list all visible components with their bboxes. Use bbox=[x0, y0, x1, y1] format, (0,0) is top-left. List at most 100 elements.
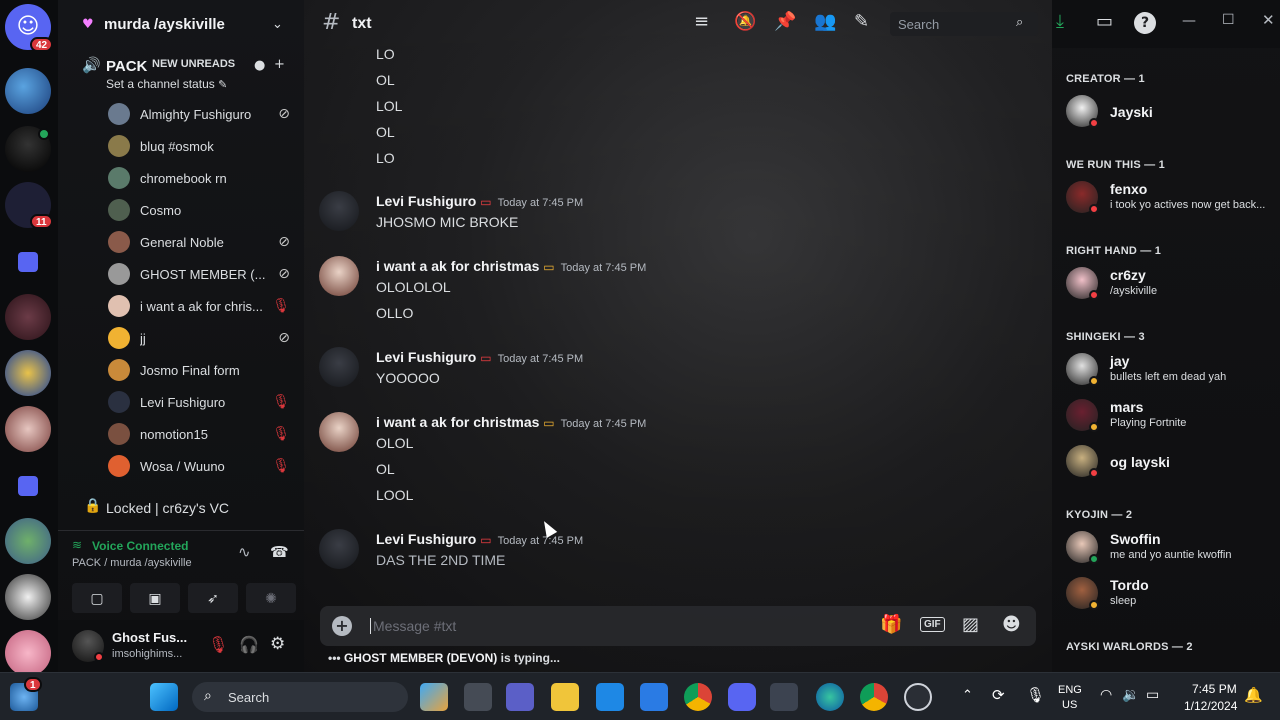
member-item[interactable]: Tordo sleep bbox=[1066, 573, 1276, 613]
avatar[interactable] bbox=[319, 256, 359, 296]
chrome-icon[interactable] bbox=[860, 683, 888, 711]
server-header[interactable]: ♥ murda /ayskiville ⌄ bbox=[58, 0, 304, 48]
threads-icon[interactable]: ≡ bbox=[694, 13, 709, 31]
sync-icon[interactable]: ⟳ bbox=[992, 688, 1005, 703]
emoji-icon[interactable]: ☻ bbox=[1002, 616, 1021, 634]
noise-suppression-icon[interactable]: ∿ bbox=[238, 545, 251, 560]
server-icon[interactable] bbox=[5, 68, 51, 114]
lang-2[interactable]: US bbox=[1062, 699, 1077, 711]
message-input[interactable]: Message #txt bbox=[370, 618, 456, 634]
member-item[interactable]: og layski bbox=[1066, 441, 1276, 481]
chevron-down-icon[interactable]: ⌄ bbox=[272, 18, 283, 31]
voice-user[interactable]: Cosmo bbox=[108, 196, 304, 224]
pin-icon[interactable]: 📌 bbox=[774, 13, 796, 31]
member-item[interactable]: Swoffin me and yo auntie kwoffin bbox=[1066, 527, 1276, 567]
volume-icon[interactable]: 🔉 bbox=[1122, 688, 1139, 702]
message-author[interactable]: i want a ak for christmas bbox=[376, 414, 539, 430]
edit-icon[interactable]: ✎ bbox=[854, 13, 869, 31]
voice-user[interactable]: Levi Fushiguro 🎙 bbox=[108, 388, 304, 416]
wifi-icon[interactable]: ◠ bbox=[1100, 688, 1112, 702]
soundboard-button[interactable]: ✺ bbox=[246, 583, 296, 613]
message-author[interactable]: Levi Fushiguro bbox=[376, 193, 476, 209]
voice-channel-row[interactable]: 🔊 PACK NEW UNREADS ● + bbox=[58, 52, 304, 80]
voice-user[interactable]: nomotion15 🎙 bbox=[108, 420, 304, 448]
voice-user[interactable]: General Noble ⊘ bbox=[108, 228, 304, 256]
folder-icon[interactable] bbox=[18, 252, 38, 272]
chat-bubble-icon[interactable]: ● bbox=[254, 59, 265, 72]
copilot-icon[interactable] bbox=[420, 683, 448, 711]
minimize-icon[interactable]: — bbox=[1182, 14, 1196, 28]
avatar[interactable] bbox=[319, 412, 359, 452]
disconnect-icon[interactable]: ☎ bbox=[270, 545, 289, 560]
server-icon[interactable] bbox=[5, 406, 51, 452]
member-list-icon[interactable]: 👥 bbox=[814, 13, 836, 31]
battery-icon[interactable]: ▭ bbox=[1146, 688, 1159, 702]
task-view-icon[interactable] bbox=[464, 683, 492, 711]
voice-user[interactable]: bluq #osmok bbox=[108, 132, 304, 160]
voice-user[interactable]: Almighty Fushiguro ⊘ bbox=[108, 100, 304, 128]
file-explorer-icon[interactable] bbox=[551, 683, 579, 711]
user-name[interactable]: Ghost Fus... bbox=[112, 630, 187, 645]
close-icon[interactable]: ✕ bbox=[1262, 13, 1275, 28]
inbox-icon[interactable]: ▭ bbox=[1096, 13, 1113, 31]
sticker-icon[interactable]: ▨ bbox=[962, 616, 979, 634]
help-icon[interactable]: ? bbox=[1134, 12, 1156, 34]
voice-user[interactable]: GHOST MEMBER (... ⊘ bbox=[108, 260, 304, 288]
gear-icon[interactable]: ⚙ bbox=[270, 636, 285, 653]
mic-muted-icon[interactable]: 🎙 bbox=[208, 637, 228, 653]
mail-icon[interactable] bbox=[596, 683, 624, 711]
attach-plus-icon[interactable]: + bbox=[332, 616, 352, 636]
clock-time[interactable]: 7:45 PM bbox=[1192, 682, 1237, 696]
message-author[interactable]: i want a ak for christmas bbox=[376, 258, 539, 274]
member-item[interactable]: mars Playing Fortnite bbox=[1066, 395, 1276, 435]
maximize-icon[interactable]: ☐ bbox=[1222, 13, 1235, 27]
voice-connected-label[interactable]: Voice Connected bbox=[92, 539, 188, 553]
voice-user[interactable]: Josmo Final form bbox=[108, 356, 304, 384]
voice-user[interactable]: chromebook rn bbox=[108, 164, 304, 192]
chrome-icon[interactable] bbox=[684, 683, 712, 711]
clock-date[interactable]: 1/12/2024 bbox=[1184, 699, 1237, 713]
locked-channel-row[interactable]: 🔒 Locked | cr6zy's VC bbox=[58, 496, 304, 520]
lang-1[interactable]: ENG bbox=[1058, 684, 1082, 696]
search-input[interactable]: Search ⌕ bbox=[890, 12, 1038, 36]
message-composer[interactable]: + Message #txt 🎁 GIF ▨ ☻ bbox=[320, 606, 1036, 646]
app-icon[interactable] bbox=[770, 683, 798, 711]
microphone-icon[interactable]: 🎙 bbox=[1026, 688, 1045, 703]
avatar[interactable] bbox=[319, 191, 359, 231]
add-user-icon[interactable]: + bbox=[274, 58, 285, 71]
edge-icon[interactable] bbox=[816, 683, 844, 711]
member-item[interactable]: jay bullets left em dead yah bbox=[1066, 349, 1276, 389]
new-unreads-label[interactable]: NEW UNREADS bbox=[152, 58, 235, 70]
gift-icon[interactable]: 🎁 bbox=[880, 616, 902, 634]
voice-user[interactable]: Wosa / Wuuno 🎙 bbox=[108, 452, 304, 480]
headphones-icon[interactable]: 🎧 bbox=[239, 637, 259, 653]
avatar[interactable] bbox=[319, 347, 359, 387]
avatar[interactable] bbox=[319, 529, 359, 569]
notification-muted-icon[interactable]: 🔕 bbox=[734, 13, 756, 31]
server-icon[interactable] bbox=[5, 630, 51, 672]
start-button[interactable] bbox=[150, 683, 178, 711]
gif-button[interactable]: GIF bbox=[920, 617, 945, 632]
discord-taskbar-icon[interactable] bbox=[728, 683, 756, 711]
member-item[interactable]: fenxo i took yo actives now get back... bbox=[1066, 177, 1276, 217]
server-icon[interactable] bbox=[5, 350, 51, 396]
download-icon[interactable]: ⤓ bbox=[1056, 13, 1064, 31]
activity-button[interactable]: ➶ bbox=[188, 583, 238, 613]
member-item[interactable]: cr6zy/ayskiville bbox=[1066, 263, 1276, 303]
server-icon[interactable] bbox=[5, 574, 51, 620]
camera-button[interactable]: ▢ bbox=[72, 583, 122, 613]
server-icon[interactable] bbox=[5, 294, 51, 340]
message-author[interactable]: Levi Fushiguro bbox=[376, 531, 476, 547]
server-icon[interactable] bbox=[5, 518, 51, 564]
chevron-up-icon[interactable]: ⌃ bbox=[962, 689, 973, 702]
obs-icon[interactable] bbox=[904, 683, 932, 711]
notification-bell-icon[interactable]: 🔔 bbox=[1244, 688, 1263, 703]
channel-status[interactable]: Set a channel status ✎ bbox=[106, 77, 227, 91]
store-icon[interactable] bbox=[640, 683, 668, 711]
folder-icon[interactable] bbox=[18, 476, 38, 496]
message-author[interactable]: Levi Fushiguro bbox=[376, 349, 476, 365]
voice-user[interactable]: i want a ak for chris... 🎙 bbox=[108, 292, 304, 320]
member-item[interactable]: Jayski bbox=[1066, 91, 1276, 131]
taskbar-search[interactable]: ⌕ Search bbox=[192, 682, 408, 712]
voice-user[interactable]: jj ⊘ bbox=[108, 324, 304, 352]
